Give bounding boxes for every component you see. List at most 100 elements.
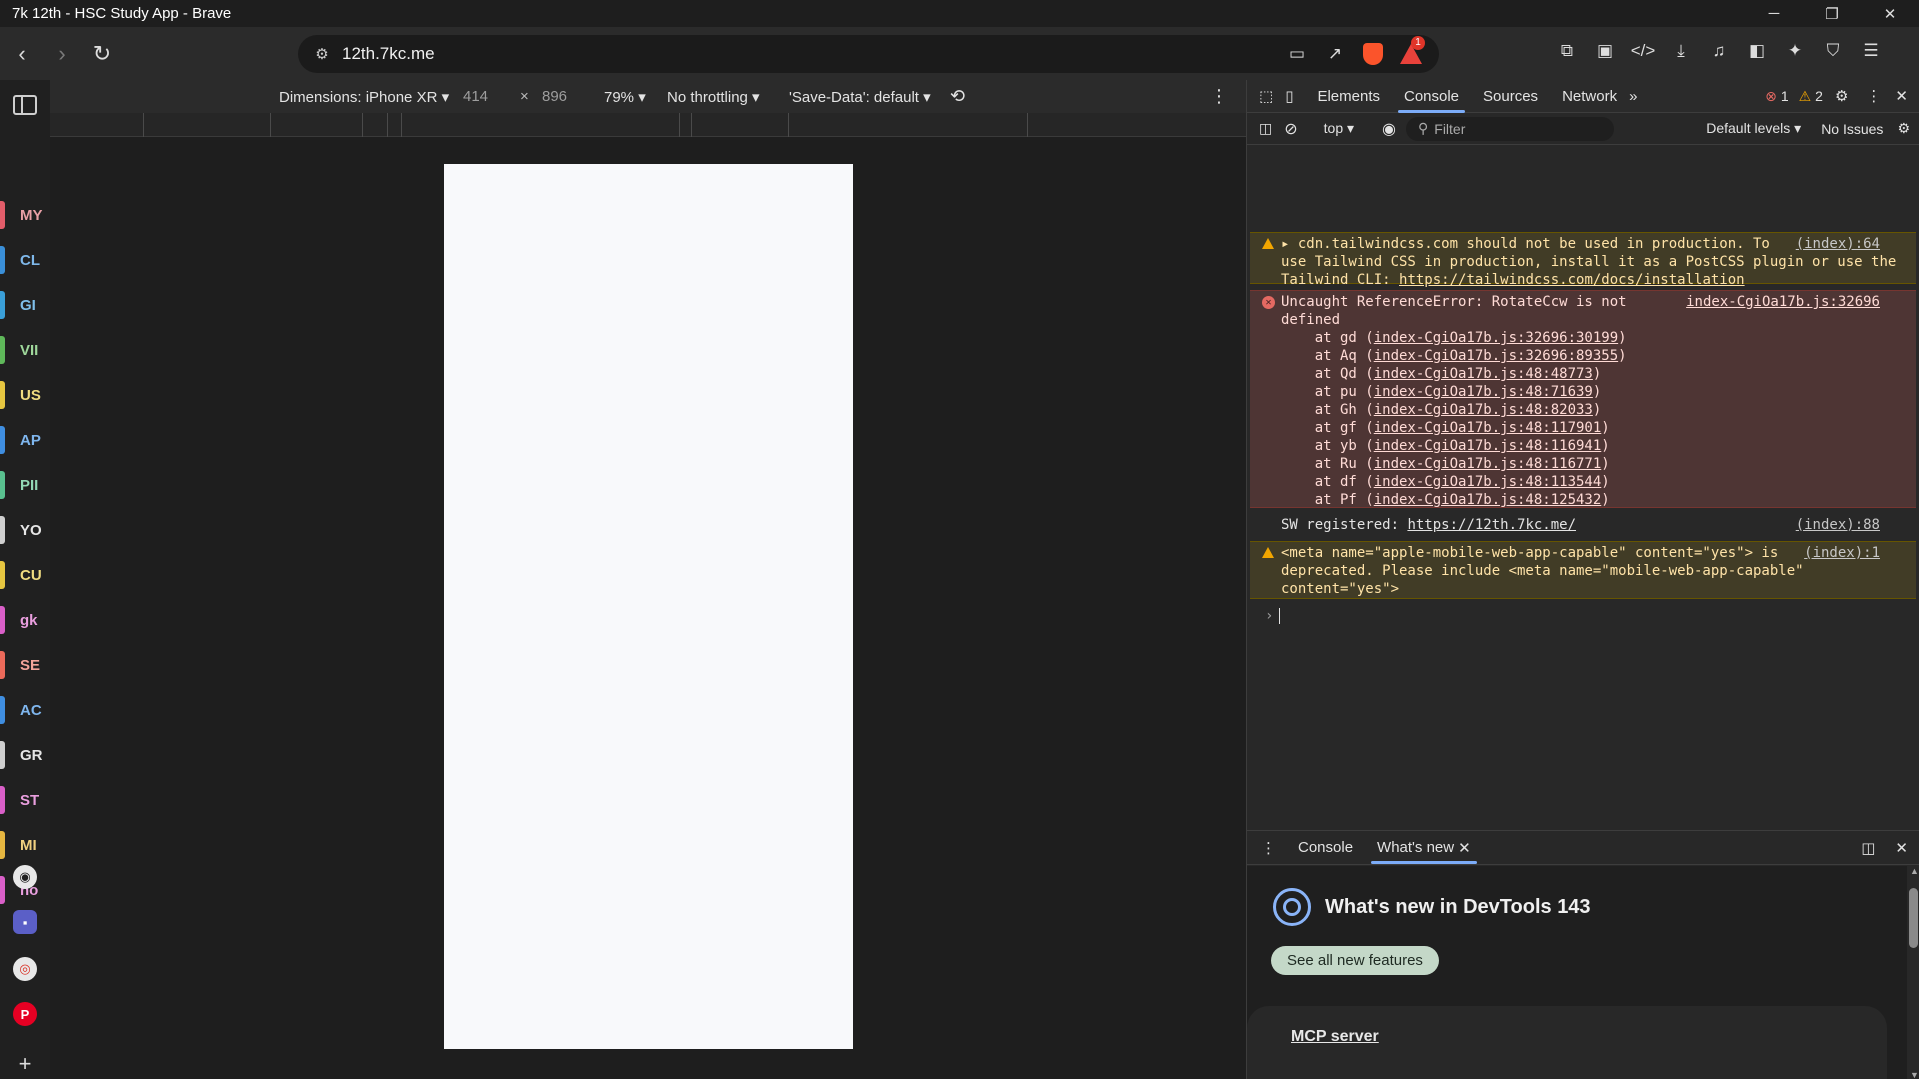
drawer-menu-icon[interactable]: ⋮ bbox=[1261, 839, 1276, 857]
tab-sources[interactable]: Sources bbox=[1471, 80, 1550, 113]
more-options-icon[interactable]: ⋮ bbox=[1210, 86, 1228, 107]
extensions-icon[interactable]: ⧉ bbox=[1555, 39, 1579, 63]
stack-frame-link[interactable]: index-CgiOa17b.js:48:48773 bbox=[1374, 366, 1593, 382]
console-log-sw[interactable]: SW registered: https://12th.7kc.me/ (ind… bbox=[1250, 514, 1916, 536]
log-levels-select[interactable]: Default levels ▾ bbox=[1706, 120, 1801, 137]
sidebar-item[interactable]: MI bbox=[0, 830, 50, 860]
console-warning-tailwind[interactable]: ▸ cdn.tailwindcss.com should not be used… bbox=[1250, 232, 1916, 288]
sidebar-toggle-icon[interactable]: ◫ bbox=[1259, 120, 1272, 137]
minimize-icon[interactable]: ─ bbox=[1745, 0, 1803, 27]
stack-frame-link[interactable]: index-CgiOa17b.js:32696:30199 bbox=[1374, 330, 1618, 346]
sidebar-item[interactable]: MY bbox=[0, 200, 50, 230]
throttling-select[interactable]: No throttling ▾ bbox=[667, 88, 760, 106]
stack-frame-link[interactable]: index-CgiOa17b.js:32696:89355 bbox=[1374, 348, 1618, 364]
cast-icon[interactable]: ▭ bbox=[1285, 42, 1309, 66]
dock-drawer-icon[interactable]: ◫ bbox=[1861, 839, 1875, 857]
stack-frame-link[interactable]: index-CgiOa17b.js:48:117901 bbox=[1374, 420, 1602, 436]
url-text[interactable]: 12th.7kc.me bbox=[342, 44, 435, 64]
sidebar-toggle-icon[interactable]: ◧ bbox=[1745, 39, 1769, 63]
media-icon[interactable]: ♫ bbox=[1707, 39, 1731, 63]
emulated-page[interactable] bbox=[444, 164, 853, 1049]
stack-frame-link[interactable]: index-CgiOa17b.js:48:116771 bbox=[1374, 456, 1602, 472]
forward-icon[interactable]: › bbox=[44, 36, 80, 72]
tab-elements[interactable]: Elements bbox=[1305, 80, 1392, 113]
more-tabs-icon[interactable]: » bbox=[1629, 80, 1649, 113]
menu-icon[interactable]: ☰ bbox=[1859, 39, 1883, 63]
share-icon[interactable]: ↗ bbox=[1323, 42, 1347, 66]
address-bar[interactable]: ⚙ 12th.7kc.me ▭ ↗ 1 bbox=[298, 35, 1439, 73]
sw-link[interactable]: https://12th.7kc.me/ bbox=[1407, 517, 1576, 533]
sidebar-item[interactable]: AP bbox=[0, 425, 50, 455]
drawer-tab-whats-new[interactable]: What's new ✕ bbox=[1365, 831, 1483, 864]
sidebar-panel-icon[interactable] bbox=[13, 95, 37, 115]
console-error-referenceerror[interactable]: ✕ Uncaught ReferenceError: RotateCcw is … bbox=[1250, 290, 1916, 508]
clear-console-icon[interactable]: ⊘ bbox=[1284, 119, 1297, 139]
filter-input[interactable]: ⚲ Filter bbox=[1406, 116, 1614, 141]
sidebar-item[interactable]: gk bbox=[0, 605, 50, 635]
live-expression-icon[interactable]: ◉ bbox=[1382, 119, 1396, 139]
add-icon[interactable]: + bbox=[13, 1051, 37, 1076]
vpn-icon[interactable]: ⛉ bbox=[1821, 39, 1845, 63]
drawer-tab-console[interactable]: Console bbox=[1286, 831, 1365, 864]
back-icon[interactable]: ‹ bbox=[4, 36, 40, 72]
console-prompt[interactable]: › bbox=[1265, 608, 1281, 624]
pinterest-icon[interactable]: P bbox=[13, 1002, 37, 1026]
source-link[interactable]: (index):88 bbox=[1796, 516, 1880, 534]
source-link[interactable]: (index):64 bbox=[1796, 235, 1880, 253]
tailwind-docs-link[interactable]: https://tailwindcss.com/docs/installatio… bbox=[1399, 272, 1745, 288]
close-window-icon[interactable]: ✕ bbox=[1861, 0, 1919, 27]
see-all-features-button[interactable]: See all new features bbox=[1271, 946, 1439, 975]
settings-icon[interactable]: ⚙ bbox=[1823, 80, 1860, 113]
stack-frame-link[interactable]: index-CgiOa17b.js:48:116941 bbox=[1374, 438, 1602, 454]
brave-rewards-icon[interactable]: 1 bbox=[1399, 36, 1425, 66]
screenshot-icon[interactable]: ▣ bbox=[1593, 39, 1617, 63]
brave-shields-icon[interactable] bbox=[1361, 42, 1385, 66]
stack-frame-link[interactable]: index-CgiOa17b.js:48:82033 bbox=[1374, 402, 1593, 418]
leo-ai-icon[interactable]: ✦ bbox=[1783, 39, 1807, 63]
sidebar-item[interactable]: AC bbox=[0, 695, 50, 725]
reload-icon[interactable]: ↻ bbox=[84, 36, 120, 72]
sidebar-item[interactable]: CL bbox=[0, 245, 50, 275]
save-data-select[interactable]: 'Save-Data': default ▾ bbox=[789, 88, 931, 106]
github-icon[interactable]: ◉ bbox=[13, 865, 37, 889]
sidebar-item[interactable]: GR bbox=[0, 740, 50, 770]
sidebar-item[interactable]: ST bbox=[0, 785, 50, 815]
download-icon[interactable]: ⤓ bbox=[1669, 39, 1693, 63]
sidebar-item[interactable]: US bbox=[0, 380, 50, 410]
sidebar-item[interactable]: GI bbox=[0, 290, 50, 320]
dimensions-select[interactable]: Dimensions: iPhone XR ▾ bbox=[279, 88, 449, 106]
zoom-select[interactable]: 79% ▾ bbox=[604, 88, 646, 106]
sidebar-item[interactable]: YO bbox=[0, 515, 50, 545]
source-link[interactable]: index-CgiOa17b.js:32696 bbox=[1686, 293, 1880, 311]
inspect-element-icon[interactable]: ⬚ bbox=[1247, 80, 1285, 113]
sidebar-item[interactable]: SE bbox=[0, 650, 50, 680]
scrollbar-thumb[interactable] bbox=[1909, 888, 1918, 948]
drawer-scrollbar[interactable]: ▲ ▼ bbox=[1907, 866, 1919, 1079]
rotate-icon[interactable]: ⟲ bbox=[950, 86, 965, 107]
sidebar-item[interactable]: VII bbox=[0, 335, 50, 365]
width-input[interactable]: 414 bbox=[463, 88, 488, 105]
source-link[interactable]: (index):1 bbox=[1804, 544, 1880, 562]
site-settings-icon[interactable]: ⚙ bbox=[302, 45, 342, 63]
close-devtools-icon[interactable]: ✕ bbox=[1887, 80, 1919, 113]
issues-button[interactable]: No Issues bbox=[1821, 121, 1883, 137]
sidebar-item[interactable]: CU bbox=[0, 560, 50, 590]
console-warning-meta[interactable]: <meta name="apple-mobile-web-app-capable… bbox=[1250, 541, 1916, 599]
tab-network[interactable]: Network bbox=[1550, 80, 1629, 113]
app-icon[interactable]: ▪ bbox=[13, 910, 37, 934]
device-toggle-icon[interactable]: ▯ bbox=[1285, 80, 1305, 113]
close-tab-icon[interactable]: ✕ bbox=[1458, 839, 1471, 857]
issue-counters[interactable]: ⊗ 1 ⚠ 2 bbox=[1765, 88, 1823, 105]
mcp-server-link[interactable]: MCP server bbox=[1291, 1028, 1379, 1046]
stack-frame-link[interactable]: index-CgiOa17b.js:48:113544 bbox=[1374, 474, 1602, 490]
tab-console[interactable]: Console bbox=[1392, 80, 1471, 113]
restore-icon[interactable]: ❐ bbox=[1803, 0, 1861, 27]
chrome-icon[interactable]: ◎ bbox=[13, 957, 37, 981]
devtools-menu-icon[interactable]: ⋮ bbox=[1860, 80, 1887, 113]
code-icon[interactable]: </> bbox=[1631, 39, 1656, 63]
console-settings-icon[interactable]: ⚙ bbox=[1897, 120, 1910, 137]
close-drawer-icon[interactable]: ✕ bbox=[1895, 839, 1908, 857]
sidebar-item[interactable]: PII bbox=[0, 470, 50, 500]
stack-frame-link[interactable]: index-CgiOa17b.js:48:125432 bbox=[1374, 492, 1602, 508]
stack-frame-link[interactable]: index-CgiOa17b.js:48:71639 bbox=[1374, 384, 1593, 400]
